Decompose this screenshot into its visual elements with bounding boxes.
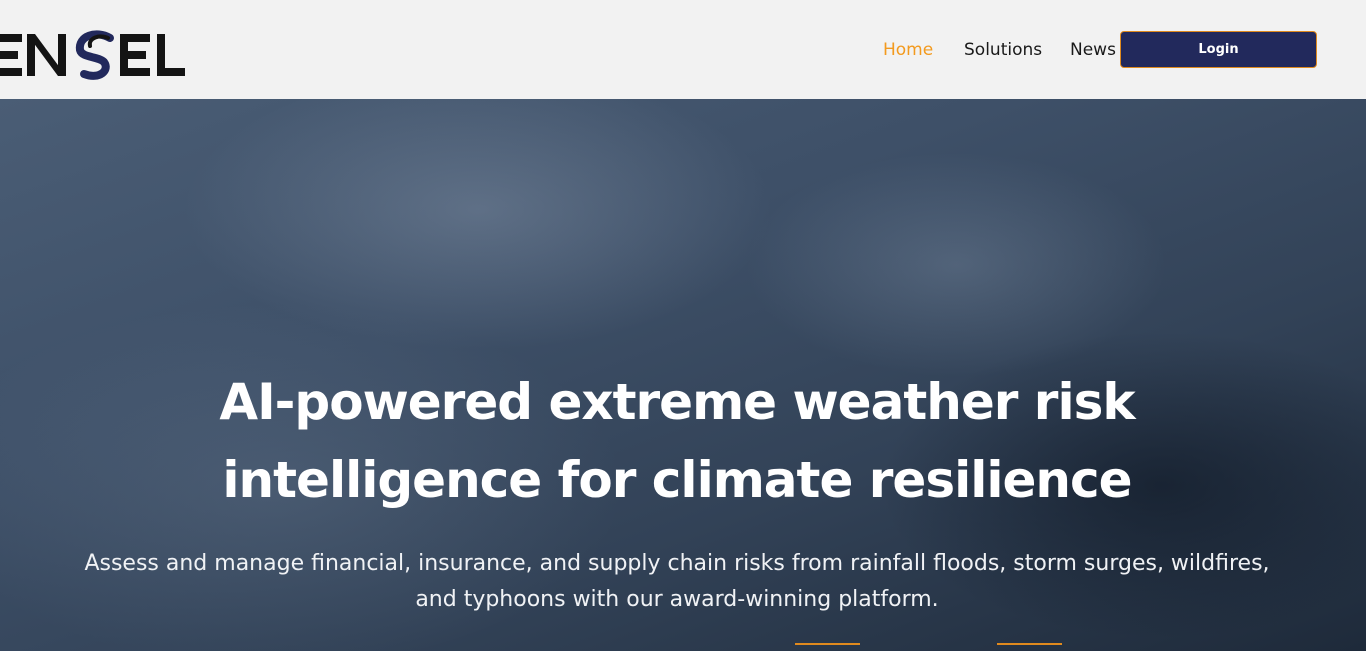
hero-subtitle-line-1: Assess and manage financial, insurance, … <box>84 551 1270 576</box>
hero-subtitle-line-2: and typhoons with our award-winning plat… <box>415 587 939 612</box>
cta-accent-line <box>795 643 860 645</box>
hero-title-line-1: AI-powered extreme weather risk <box>219 373 1135 431</box>
hero-title-line-2: intelligence for climate resilience <box>222 451 1132 509</box>
cta-accent-line <box>997 643 1062 645</box>
login-button[interactable]: Login <box>1120 31 1317 68</box>
site-header: Home Solutions News & Insights Login <box>0 0 1366 99</box>
company-logo[interactable] <box>0 24 200 84</box>
nav-home-link[interactable]: Home <box>883 40 933 60</box>
logo-mark-icon <box>0 30 185 80</box>
hero-title: AI-powered extreme weather risk intellig… <box>0 363 1354 519</box>
hero-section: AI-powered extreme weather risk intellig… <box>0 99 1366 651</box>
hero-subtitle: Assess and manage financial, insurance, … <box>60 546 1294 618</box>
nav-solutions-link[interactable]: Solutions <box>964 40 1042 60</box>
